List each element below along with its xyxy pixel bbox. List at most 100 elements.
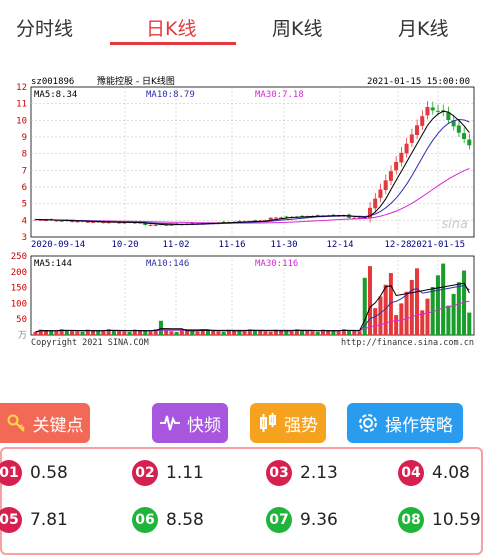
candle-body: [268, 217, 273, 220]
candle-body: [430, 107, 435, 111]
key-point-number: 02: [132, 460, 158, 486]
candle-body: [373, 198, 378, 209]
key-point-number: 08: [398, 507, 424, 533]
price-tick-label: 10: [16, 116, 27, 126]
candle-body: [462, 133, 467, 139]
candle-body: [54, 220, 59, 222]
price-tick-label: 8: [22, 150, 27, 160]
volume-bar: [435, 275, 440, 335]
volume-bar: [352, 330, 357, 335]
volume-tick-label: 100: [11, 299, 27, 309]
candle-body: [394, 162, 399, 171]
volume-tick-label: 150: [11, 284, 27, 294]
candle-body: [409, 134, 414, 143]
volume-bar: [409, 280, 414, 335]
price-tick-label: 11: [16, 100, 27, 110]
copyright-text: Copyright 2021 SINA.COM: [31, 338, 149, 348]
sina-watermark: sina: [441, 217, 468, 232]
volume-bar: [54, 331, 59, 335]
volume-bar: [49, 330, 54, 335]
volume-bar: [378, 296, 383, 335]
kline-chart-svg: sz001896 豫能控股 - 日K线图 2021-01-15 15:00:00…: [11, 75, 475, 348]
strong-trend-button[interactable]: 强势: [250, 403, 326, 443]
key-point-number: 04: [398, 460, 424, 486]
candle-body: [456, 125, 461, 133]
key-points-button[interactable]: 关键点: [0, 403, 90, 443]
volume-bar: [127, 331, 132, 335]
volume-tick-label: 万: [18, 331, 27, 341]
volume-bar: [174, 331, 179, 335]
ma30-price-label: MA30:7.18: [255, 90, 304, 100]
volume-tick-label: 200: [11, 268, 27, 278]
key-point-number: 07: [266, 507, 292, 533]
volume-bar: [258, 330, 263, 335]
volume-bar: [456, 282, 461, 335]
volume-bar: [158, 320, 163, 335]
date-tick-label: 11-02: [162, 240, 189, 250]
volume-bar: [169, 331, 174, 335]
volume-bar: [195, 331, 200, 335]
candle-body: [404, 143, 409, 154]
price-tick-label: 5: [22, 200, 27, 210]
volume-bar: [289, 331, 294, 335]
key-point-number: 05: [0, 507, 22, 533]
volume-bar: [33, 331, 38, 335]
volume-bar: [310, 331, 315, 335]
volume-tick-label: 50: [16, 315, 27, 325]
tab-weekly-k[interactable]: 周K线: [272, 14, 322, 41]
volume-bar: [425, 298, 430, 335]
candlestick-icon: [258, 412, 278, 434]
date-tick-label: 12-14: [326, 240, 353, 250]
candle-body: [59, 220, 64, 222]
candle-body: [415, 125, 420, 135]
volume-bar: [101, 331, 106, 335]
volume-bar: [143, 330, 148, 335]
ma10-price-label: MA10:8.79: [146, 90, 195, 100]
strategy-label: 操作策略: [385, 415, 453, 436]
analysis-toolbar: 关键点 快频 强势 操作策略: [0, 403, 485, 447]
volume-bar: [148, 331, 153, 335]
volume-bar: [357, 331, 362, 335]
volume-bar: [284, 330, 289, 335]
key-point-item: 07 9.36: [266, 507, 338, 533]
volume-bar: [75, 331, 80, 335]
key-point-value: 2.13: [300, 463, 338, 483]
key-point-item: 03 2.13: [266, 460, 338, 486]
tab-intraday[interactable]: 分时线: [16, 14, 73, 41]
source-url[interactable]: http://finance.sina.com.cn: [341, 338, 474, 348]
price-tick-label: 4: [22, 216, 27, 226]
chart-datetime: 2021-01-15 15:00:00: [367, 77, 470, 87]
key-point-value: 1.11: [166, 463, 204, 483]
fast-frequency-button[interactable]: 快频: [152, 403, 228, 443]
volume-bar: [237, 330, 242, 335]
volume-bar: [221, 331, 226, 335]
key-point-value: 4.08: [432, 463, 470, 483]
date-tick-label: 11-16: [218, 240, 245, 250]
key-points-label: 关键点: [32, 415, 84, 436]
key-point-value: 0.58: [30, 463, 68, 483]
candle-body: [383, 180, 388, 190]
kline-chart: sz001896 豫能控股 - 日K线图 2021-01-15 15:00:00…: [0, 70, 485, 360]
volume-bar: [268, 331, 273, 335]
candle-body: [153, 224, 158, 226]
volume-bar: [117, 330, 122, 335]
strategy-button[interactable]: 操作策略: [347, 403, 463, 443]
stock-code: sz001896: [31, 77, 74, 87]
key-point-item: 08 10.59: [398, 507, 481, 533]
candle-body: [378, 189, 383, 198]
ma30-volume-label: MA30:116: [255, 259, 298, 269]
key-point-number: 01: [0, 460, 22, 486]
price-tick-label: 9: [22, 133, 27, 143]
candle-body: [388, 171, 393, 181]
volume-bar: [190, 330, 195, 335]
volume-bar: [373, 308, 378, 335]
candle-body: [273, 217, 278, 219]
candle-body: [75, 221, 80, 223]
tab-monthly-k[interactable]: 月K线: [398, 14, 448, 41]
key-point-item: 01 0.58: [0, 460, 68, 486]
volume-bar: [446, 305, 451, 335]
pulse-icon: [159, 413, 181, 433]
tab-daily-k[interactable]: 日K线: [146, 14, 196, 41]
price-tick-label: 12: [16, 83, 27, 93]
candle-body: [85, 221, 90, 223]
